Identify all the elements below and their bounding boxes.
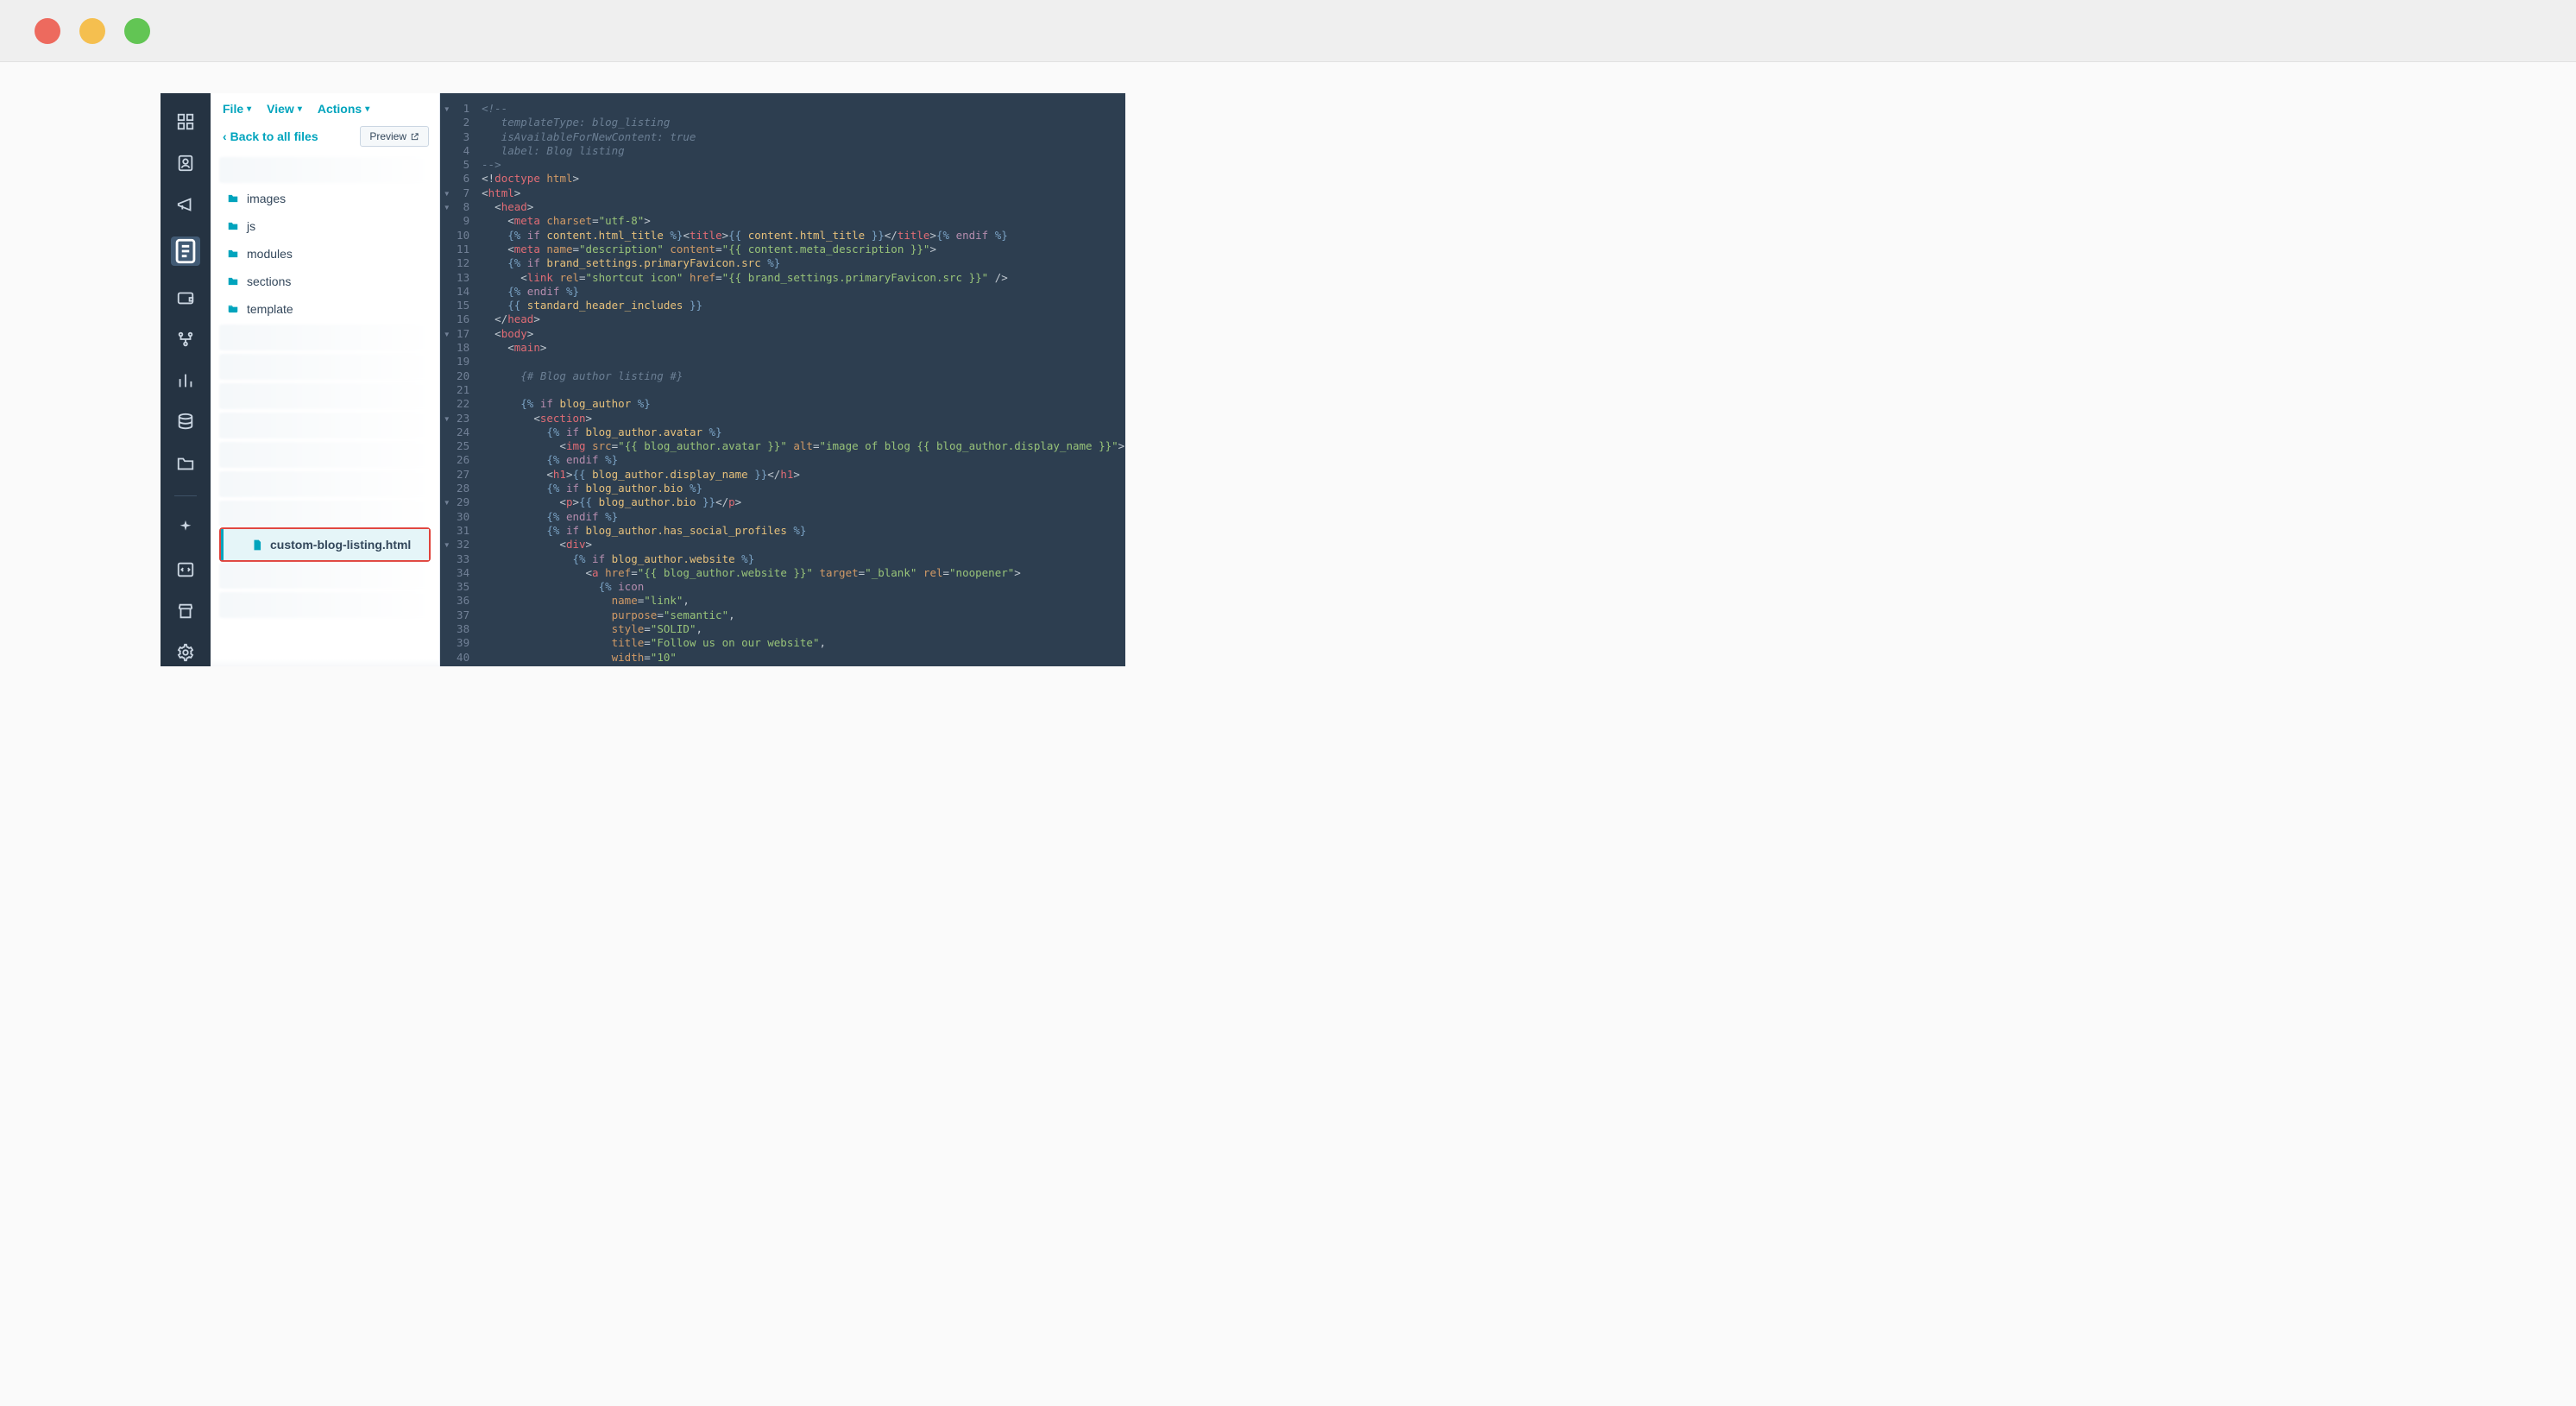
editor-gutter: ▾ 1 2 3 4 5 6 ▾ 7 ▾ 8 9 10 11 12 13 14 1… — [440, 93, 478, 666]
window-close-dot[interactable] — [35, 18, 60, 44]
folder-icon[interactable] — [176, 454, 195, 473]
file-panel: File▾ View▾ Actions▾ ‹ Back to all files… — [211, 93, 440, 666]
blurred-item — [219, 157, 431, 183]
chevron-down-icon: ▾ — [298, 104, 302, 114]
chevron-down-icon: ▾ — [365, 104, 369, 114]
highlighted-file-box: custom-blog-listing.html — [219, 527, 431, 562]
preview-button[interactable]: Preview — [360, 126, 429, 147]
window-zoom-dot[interactable] — [124, 18, 150, 44]
chevron-down-icon: ▾ — [247, 104, 251, 114]
back-to-all-files[interactable]: ‹ Back to all files — [223, 129, 318, 143]
automation-icon[interactable] — [176, 330, 195, 349]
settings-icon[interactable] — [176, 643, 195, 662]
code-icon[interactable] — [176, 560, 195, 579]
reports-icon[interactable] — [176, 371, 195, 390]
folder-js[interactable]: js — [211, 212, 439, 240]
blurred-item — [219, 592, 431, 618]
blurred-item — [219, 325, 431, 350]
megaphone-icon[interactable] — [176, 195, 195, 214]
database-icon[interactable] — [176, 413, 195, 432]
file-custom-blog-listing[interactable]: custom-blog-listing.html — [221, 529, 429, 560]
tool-iconbar — [161, 93, 211, 666]
editor-code[interactable]: <!-- templateType: blog_listing isAvaila… — [478, 93, 1124, 666]
blurred-item — [219, 501, 431, 526]
wallet-icon[interactable] — [176, 288, 195, 307]
folder-modules[interactable]: modules — [211, 240, 439, 268]
blurred-item — [219, 413, 431, 438]
chevron-left-icon: ‹ — [223, 129, 227, 143]
blurred-item — [219, 354, 431, 380]
blurred-item — [219, 442, 431, 468]
browser-titlebar — [0, 0, 2576, 62]
external-link-icon — [410, 132, 419, 142]
code-editor[interactable]: ▾ 1 2 3 4 5 6 ▾ 7 ▾ 8 9 10 11 12 13 14 1… — [440, 93, 1125, 666]
blurred-item — [219, 563, 431, 589]
iconbar-divider — [174, 495, 197, 496]
sparkle-icon[interactable] — [176, 519, 195, 538]
menu-actions[interactable]: Actions▾ — [318, 102, 369, 116]
window-minimize-dot[interactable] — [79, 18, 105, 44]
design-manager-app: File▾ View▾ Actions▾ ‹ Back to all files… — [161, 93, 1125, 666]
grid-icon[interactable] — [176, 112, 195, 131]
blurred-item — [219, 471, 431, 497]
marketplace-icon[interactable] — [176, 602, 195, 621]
panel-bottom-shadow — [211, 659, 439, 666]
folder-images[interactable]: images — [211, 185, 439, 212]
page-icon[interactable] — [171, 236, 200, 266]
menu-view[interactable]: View▾ — [267, 102, 302, 116]
blurred-item — [219, 383, 431, 409]
folder-sections[interactable]: sections — [211, 268, 439, 295]
contact-icon[interactable] — [176, 154, 195, 173]
menu-file[interactable]: File▾ — [223, 102, 251, 116]
file-menubar: File▾ View▾ Actions▾ — [211, 93, 439, 121]
folder-template[interactable]: template — [211, 295, 439, 323]
